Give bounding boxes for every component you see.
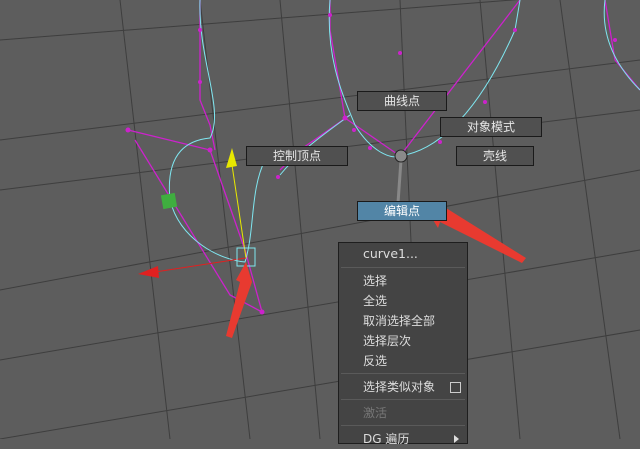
marking-menu-hull[interactable]: 壳线 <box>456 146 534 166</box>
curves <box>168 0 640 263</box>
menu-item-invert-selection[interactable]: 反选 <box>339 351 467 371</box>
marking-menu-edit-point[interactable]: 编辑点 <box>357 201 447 221</box>
menu-item-select[interactable]: 选择 <box>339 271 467 291</box>
menu-separator <box>341 267 465 268</box>
viewport-3d[interactable] <box>0 0 640 439</box>
menu-separator <box>341 373 465 374</box>
menu-item-select-similar[interactable]: 选择类似对象 <box>339 377 467 397</box>
menu-title-curve1[interactable]: curve1... <box>339 243 467 265</box>
move-manipulator[interactable] <box>138 148 256 278</box>
grid <box>0 0 640 439</box>
option-box-icon[interactable] <box>450 382 461 393</box>
submenu-arrow-icon <box>454 435 459 443</box>
marking-menu-control-vertex[interactable]: 控制顶点 <box>246 146 348 166</box>
menu-item-deselect-all[interactable]: 取消选择全部 <box>339 311 467 331</box>
menu-item-activate: 激活 <box>363 406 388 420</box>
dg-traverse-label: DG 遍历 <box>363 432 410 446</box>
select-similar-label: 选择类似对象 <box>363 380 436 394</box>
marking-menu-curve-point[interactable]: 曲线点 <box>357 91 447 111</box>
menu-item-dg-traverse[interactable]: DG 遍历 <box>339 429 467 449</box>
context-menu: curve1... 选择 全选 取消选择全部 选择层次 反选 选择类似对象 激活… <box>338 242 468 446</box>
menu-item-select-hierarchy[interactable]: 选择层次 <box>339 331 467 351</box>
marking-menu-hub <box>394 149 408 204</box>
menu-separator <box>341 425 465 426</box>
menu-separator <box>341 399 465 400</box>
menu-item-select-all[interactable]: 全选 <box>339 291 467 311</box>
marking-menu-object-mode[interactable]: 对象模式 <box>440 117 542 137</box>
